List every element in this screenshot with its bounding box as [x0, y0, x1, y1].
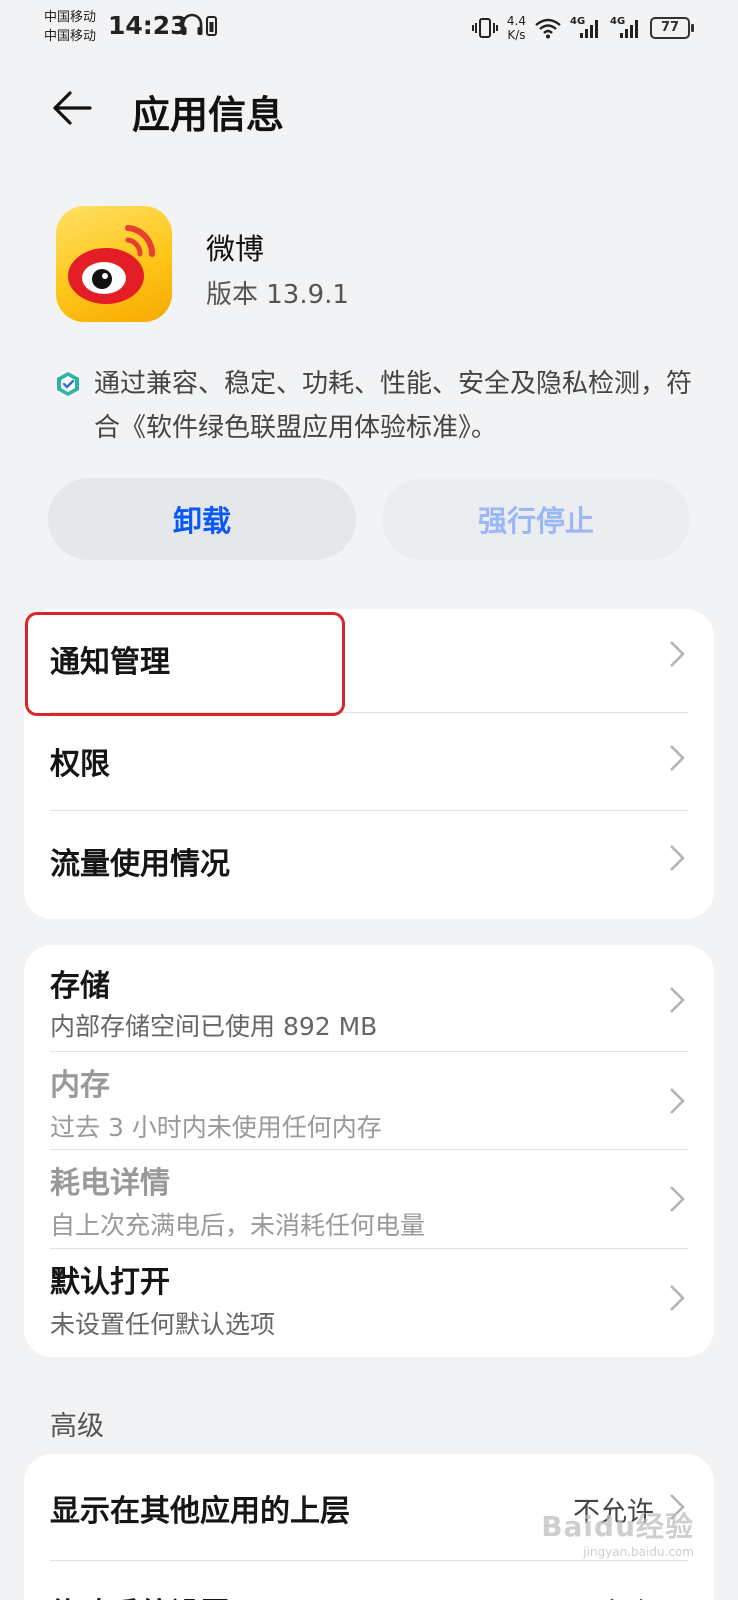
row-label: 流量使用情况 [50, 847, 230, 882]
row-permissions[interactable]: 权限 [24, 713, 714, 810]
chevron-right-icon [670, 1186, 685, 1212]
chevron-right-icon [670, 641, 685, 667]
chevron-right-icon [670, 1285, 685, 1311]
row-modify-system-settings[interactable]: 修改系统设置 不允许 [24, 1561, 714, 1600]
watermark: Baidu经验 jingyan.baidu.com [541, 1510, 694, 1559]
headphones-icon [181, 13, 217, 36]
row-battery-usage[interactable]: 耗电详情 自上次充满电后，未消耗任何电量 [24, 1150, 714, 1248]
signal-2: 4G [610, 16, 642, 40]
wifi-icon [535, 18, 561, 39]
app-name: 微博 [206, 232, 265, 266]
signal-1: 4G [570, 16, 602, 40]
signal-2-icon [620, 20, 638, 38]
carrier-labels: 中国移动 中国移动 [44, 8, 96, 46]
back-arrow-icon[interactable] [50, 86, 94, 130]
advanced-section-title: 高级 [50, 1411, 104, 1442]
row-memory[interactable]: 内存 过去 3 小时内未使用任何内存 [24, 1052, 714, 1149]
weibo-app-icon [56, 206, 172, 322]
row-subtitle: 过去 3 小时内未使用任何内存 [50, 1113, 382, 1142]
row-label: 权限 [50, 747, 110, 782]
row-label: 存储 [50, 969, 110, 1004]
chevron-right-icon [670, 987, 685, 1013]
status-bar: 中国移动 中国移动 14:23 4.4 K/s 4G 4G 77 [0, 0, 738, 56]
row-open-by-default[interactable]: 默认打开 未设置任何默认选项 [24, 1249, 714, 1357]
row-subtitle: 内部存储空间已使用 892 MB [50, 1012, 378, 1041]
signal-1-icon [580, 20, 598, 38]
clock: 14:23 [108, 11, 188, 40]
row-data-usage[interactable]: 流量使用情况 [24, 811, 714, 919]
certification-text: 通过兼容、稳定、功耗、性能、安全及隐私检测，符合《软件绿色联盟应用体验标准》。 [94, 369, 693, 443]
row-value: 不允许 [573, 1591, 654, 1600]
row-label: 内存 [50, 1068, 110, 1103]
force-stop-button[interactable]: 强行停止 [382, 478, 690, 560]
row-label: 修改系统设置 [50, 1589, 230, 1600]
network-speed: 4.4 K/s [506, 14, 526, 42]
uninstall-button[interactable]: 卸载 [48, 478, 356, 560]
row-label: 显示在其他应用的上层 [50, 1494, 350, 1529]
page-title: 应用信息 [132, 93, 285, 137]
app-version: 版本 13.9.1 [206, 280, 349, 310]
highlight-annotation [25, 612, 345, 716]
chevron-right-icon [670, 845, 685, 871]
weibo-logo-icon [68, 225, 156, 304]
battery-indicator: 77 [650, 17, 694, 39]
row-label: 耗电详情 [50, 1166, 170, 1201]
certification-badge-icon [57, 372, 79, 396]
chevron-right-icon [670, 745, 685, 771]
app-info-screen: 中国移动 中国移动 14:23 4.4 K/s 4G 4G 77 应用信息 微博… [0, 0, 738, 1600]
status-right: 4.4 K/s 4G 4G 77 [471, 10, 694, 46]
row-storage[interactable]: 存储 内部存储空间已使用 892 MB [24, 945, 714, 1051]
chevron-right-icon [670, 1088, 685, 1114]
carrier-2: 中国移动 [44, 29, 97, 44]
carrier-1: 中国移动 [44, 10, 97, 25]
vibrate-icon [471, 18, 498, 38]
settings-card-resources: 存储 内部存储空间已使用 892 MB 内存 过去 3 小时内未使用任何内存 耗… [24, 945, 714, 1357]
row-label: 默认打开 [50, 1265, 170, 1300]
row-subtitle: 未设置任何默认选项 [50, 1310, 276, 1339]
row-subtitle: 自上次充满电后，未消耗任何电量 [50, 1211, 426, 1240]
